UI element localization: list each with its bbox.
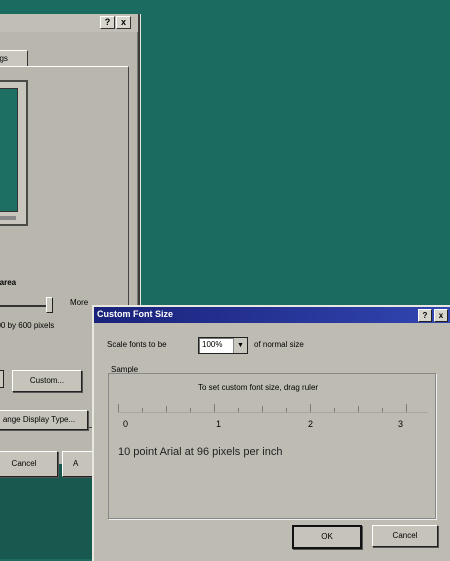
ruler[interactable] [118, 402, 428, 414]
ruler-number: 2 [308, 419, 314, 429]
ruler-tick [214, 404, 215, 412]
help-button[interactable]: ? [100, 16, 115, 29]
ruler-line [118, 412, 428, 413]
ruler-tick [310, 404, 311, 412]
chevron-down-icon: ▼ [0, 371, 3, 387]
monitor-preview [0, 80, 28, 226]
dialog-close-button[interactable]: x [434, 309, 448, 322]
font-size-select[interactable]: ▼ [0, 370, 4, 388]
dialog-help-button[interactable]: ? [418, 309, 432, 322]
close-button[interactable]: x [116, 16, 131, 29]
ruler-tick [142, 408, 143, 412]
dialog-title: Custom Font Size [97, 309, 173, 319]
scale-label: Scale fonts to be [107, 340, 167, 349]
cancel-button-back[interactable]: Cancel [0, 451, 58, 477]
custom-font-size-dialog: Custom Font Size ? x Scale fonts to be 1… [92, 305, 450, 561]
ruler-number: 1 [216, 419, 222, 429]
monitor-screen [0, 88, 18, 212]
more-label: More [70, 298, 89, 307]
resolution-slider-thumb[interactable] [46, 297, 53, 313]
ruler-tick [382, 408, 383, 412]
ruler-tick [118, 404, 119, 412]
ruler-number: 3 [398, 419, 404, 429]
ruler-tick [334, 408, 335, 412]
dialog-title-bar: Custom Font Size ? x [94, 307, 450, 323]
ruler-tick [190, 408, 191, 412]
ruler-tick [406, 404, 407, 412]
tab-settings[interactable]: ngs [0, 50, 28, 67]
ruler-tick [358, 406, 359, 412]
desktop-area-label: s area [0, 278, 17, 287]
scale-select[interactable]: 100% ▼ [198, 337, 248, 354]
scale-suffix: of normal size [254, 340, 304, 349]
sample-text: 10 point Arial at 96 pixels per inch [118, 446, 283, 458]
cancel-button[interactable]: Cancel [372, 525, 438, 547]
custom-button[interactable]: Custom... [12, 370, 82, 392]
change-display-type-button[interactable]: ange Display Type... [0, 410, 88, 430]
chevron-down-icon: ▼ [233, 338, 247, 353]
ruler-number: 0 [123, 419, 129, 429]
ok-button[interactable]: OK [292, 525, 362, 549]
ruler-tick [166, 406, 167, 412]
resolution-slider-track [0, 305, 48, 307]
drag-hint: To set custom font size, drag ruler [198, 383, 319, 392]
ruler-tick [286, 408, 287, 412]
monitor-base [0, 216, 16, 220]
window-title-bar: ? x [0, 14, 138, 32]
ruler-tick [238, 408, 239, 412]
resolution-readout: 800 by 600 pixels [0, 321, 55, 330]
scale-value: 100% [202, 340, 223, 349]
ruler-tick [262, 406, 263, 412]
